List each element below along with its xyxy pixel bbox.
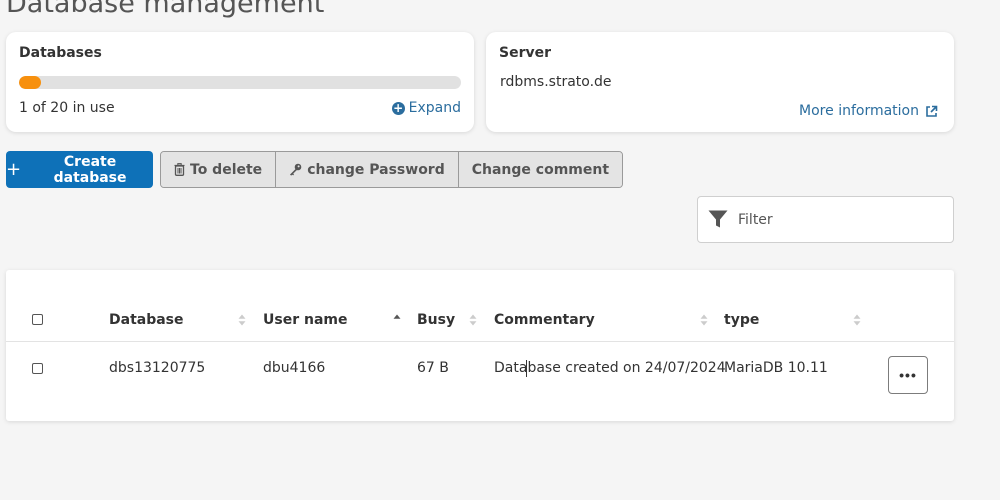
sort-ascending-icon[interactable] bbox=[393, 314, 401, 326]
sort-icon[interactable] bbox=[238, 314, 246, 326]
sort-icon[interactable] bbox=[853, 314, 861, 326]
server-card-title: Server bbox=[499, 45, 552, 61]
cell-busy: 67 B bbox=[417, 360, 449, 376]
select-all-cell bbox=[32, 298, 43, 341]
change-comment-label: Change comment bbox=[471, 161, 610, 178]
cell-user-name: dbu4166 bbox=[263, 360, 326, 376]
create-database-label: Create database bbox=[53, 153, 127, 186]
row-select-checkbox[interactable] bbox=[32, 362, 43, 374]
plus-icon: + bbox=[6, 158, 22, 180]
header-commentary[interactable]: Commentary bbox=[494, 298, 595, 341]
row-actions-menu-button[interactable]: ••• bbox=[888, 356, 928, 394]
databases-card-title: Databases bbox=[19, 45, 102, 61]
commentary-text-start: Data bbox=[494, 360, 528, 376]
expand-label: Expand bbox=[408, 100, 461, 116]
create-database-button[interactable]: + Create database bbox=[6, 151, 153, 188]
select-all-checkbox[interactable] bbox=[32, 314, 43, 325]
external-link-icon bbox=[926, 105, 938, 117]
header-type[interactable]: type bbox=[724, 298, 759, 341]
trash-icon bbox=[174, 163, 185, 176]
delete-label: To delete bbox=[190, 161, 263, 178]
databases-usage-bar bbox=[19, 76, 461, 89]
more-information-label: More information bbox=[799, 103, 919, 119]
table-header-row: Database User name Busy Commentary type bbox=[6, 298, 954, 342]
commentary-text-end: base created on 24/07/2024 bbox=[527, 360, 726, 376]
key-icon bbox=[290, 163, 302, 176]
change-password-label: change Password bbox=[307, 161, 445, 178]
sort-icon[interactable] bbox=[700, 314, 708, 326]
change-password-button[interactable]: change Password bbox=[275, 152, 458, 187]
table-row[interactable]: dbs13120775 dbu4166 67 B Data base create… bbox=[6, 343, 954, 394]
delete-button[interactable]: To delete bbox=[161, 152, 276, 187]
funnel-icon bbox=[708, 210, 728, 228]
cell-commentary: Data base created on 24/07/2024 bbox=[494, 343, 726, 393]
page-title: Database management bbox=[6, 0, 325, 19]
database-table: Database User name Busy Commentary type … bbox=[6, 270, 954, 421]
cell-database: dbs13120775 bbox=[109, 360, 206, 376]
sort-icon[interactable] bbox=[469, 314, 477, 326]
databases-usage-fill bbox=[19, 76, 42, 89]
action-button-group: To delete change Password Change comment bbox=[160, 151, 624, 188]
filter-input[interactable] bbox=[738, 211, 938, 228]
databases-usage-text: 1 of 20 in use bbox=[19, 100, 115, 116]
filter-box bbox=[697, 196, 954, 243]
expand-link[interactable]: + Expand bbox=[391, 100, 461, 116]
plus-circle-icon: + bbox=[391, 100, 405, 115]
server-host: rdbms.strato.de bbox=[500, 74, 612, 90]
databases-card: Databases 1 of 20 in use + Expand bbox=[6, 32, 474, 132]
header-user-name[interactable]: User name bbox=[263, 298, 347, 341]
cell-type: MariaDB 10.11 bbox=[724, 360, 828, 376]
server-card: Server rdbms.strato.de More information bbox=[486, 32, 954, 132]
more-information-link[interactable]: More information bbox=[799, 103, 938, 119]
header-busy[interactable]: Busy bbox=[417, 298, 455, 341]
header-database[interactable]: Database bbox=[109, 298, 184, 341]
row-select-cell bbox=[32, 343, 43, 393]
change-comment-button[interactable]: Change comment bbox=[457, 152, 623, 187]
